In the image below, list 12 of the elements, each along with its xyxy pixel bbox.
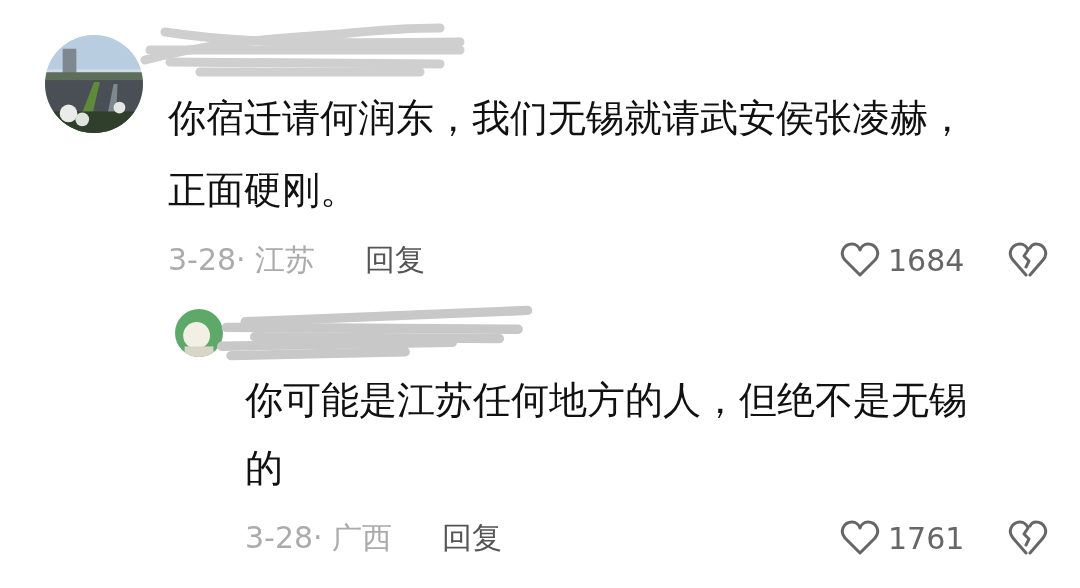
broken-heart-icon[interactable]	[1008, 242, 1048, 278]
date-location: 3-28· 广西	[245, 518, 393, 557]
comment-text: 你宿迁请何润东，我们无锡就请武安侯张凌赫，正面硬刚。	[168, 95, 967, 214]
like-count: 1684	[888, 242, 966, 278]
reply-link[interactable]: 回复	[442, 517, 503, 559]
date-location: 3-28· 江苏	[168, 240, 316, 279]
reply-text: 你可能是江苏任何地方的人，但绝不是无锡的	[245, 377, 968, 492]
heart-icon[interactable]	[840, 242, 880, 278]
heart-icon[interactable]	[840, 520, 880, 556]
reply-link[interactable]: 回复	[365, 239, 426, 281]
like-count: 1761	[888, 520, 966, 556]
broken-heart-icon[interactable]	[1008, 520, 1048, 556]
